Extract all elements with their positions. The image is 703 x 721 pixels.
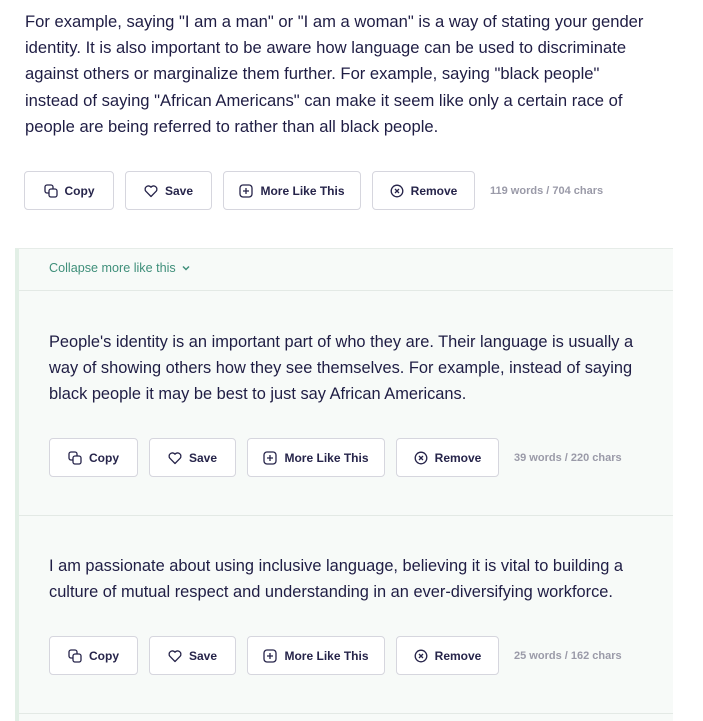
remove-label: Remove xyxy=(434,450,482,465)
heart-icon xyxy=(144,184,158,197)
result-actions: Copy Save More Like This Remove 119 word… xyxy=(24,171,603,210)
remove-label: Remove xyxy=(434,648,482,663)
word-count: 119 words / 704 chars xyxy=(490,184,604,197)
remove-button[interactable]: Remove xyxy=(396,438,499,477)
more-like-this-label: More Like This xyxy=(260,183,345,198)
more-like-this-label: More Like This xyxy=(284,648,369,663)
divider xyxy=(19,290,673,291)
divider xyxy=(19,515,673,516)
save-label: Save xyxy=(164,183,194,198)
save-button[interactable]: Save xyxy=(125,171,212,210)
remove-label: Remove xyxy=(410,183,458,198)
save-button[interactable]: Save xyxy=(149,438,236,477)
copy-button[interactable]: Copy xyxy=(49,636,138,675)
collapse-more-like-this-link[interactable]: Collapse more like this xyxy=(49,261,191,275)
remove-button[interactable]: Remove xyxy=(396,636,499,675)
suggestion-actions: Copy Save More Like This Remove 25 words… xyxy=(49,636,622,675)
more-like-this-label: More Like This xyxy=(284,450,369,465)
copy-label: Copy xyxy=(89,450,119,465)
x-circle-icon xyxy=(414,649,428,662)
suggestion-text: People's identity is an important part o… xyxy=(49,333,634,403)
save-button[interactable]: Save xyxy=(149,636,236,675)
more-like-this-button[interactable]: More Like This xyxy=(223,171,361,210)
heart-icon xyxy=(168,649,182,662)
collapse-label: Collapse more like this xyxy=(49,261,176,275)
suggestion-actions: Copy Save More Like This Remove 39 words… xyxy=(49,438,622,477)
more-like-this-button[interactable]: More Like This xyxy=(247,636,385,675)
chevron-down-icon xyxy=(182,265,190,271)
plus-square-icon xyxy=(239,183,254,198)
copy-icon xyxy=(68,450,82,465)
divider xyxy=(19,713,673,714)
copy-label: Copy xyxy=(64,183,95,198)
more-like-this-button[interactable]: More Like This xyxy=(247,438,385,477)
remove-button[interactable]: Remove xyxy=(372,171,475,210)
copy-button[interactable]: Copy xyxy=(24,171,114,210)
more-like-this-panel: Collapse more like this People's identit… xyxy=(15,248,673,721)
save-label: Save xyxy=(188,648,218,663)
suggestion-text: I am passionate about using inclusive la… xyxy=(49,557,624,601)
save-label: Save xyxy=(188,450,218,465)
copy-button[interactable]: Copy xyxy=(49,438,138,477)
word-count: 25 words / 162 chars xyxy=(514,649,622,662)
plus-square-icon xyxy=(263,450,278,465)
copy-icon xyxy=(43,183,58,198)
result-text: For example, saying "I am a man" or "I a… xyxy=(25,12,644,136)
copy-icon xyxy=(68,648,82,663)
heart-icon xyxy=(168,451,182,464)
word-count: 39 words / 220 chars xyxy=(514,451,622,464)
plus-square-icon xyxy=(263,648,278,663)
x-circle-icon xyxy=(390,184,404,197)
copy-label: Copy xyxy=(89,648,119,663)
x-circle-icon xyxy=(414,451,428,464)
